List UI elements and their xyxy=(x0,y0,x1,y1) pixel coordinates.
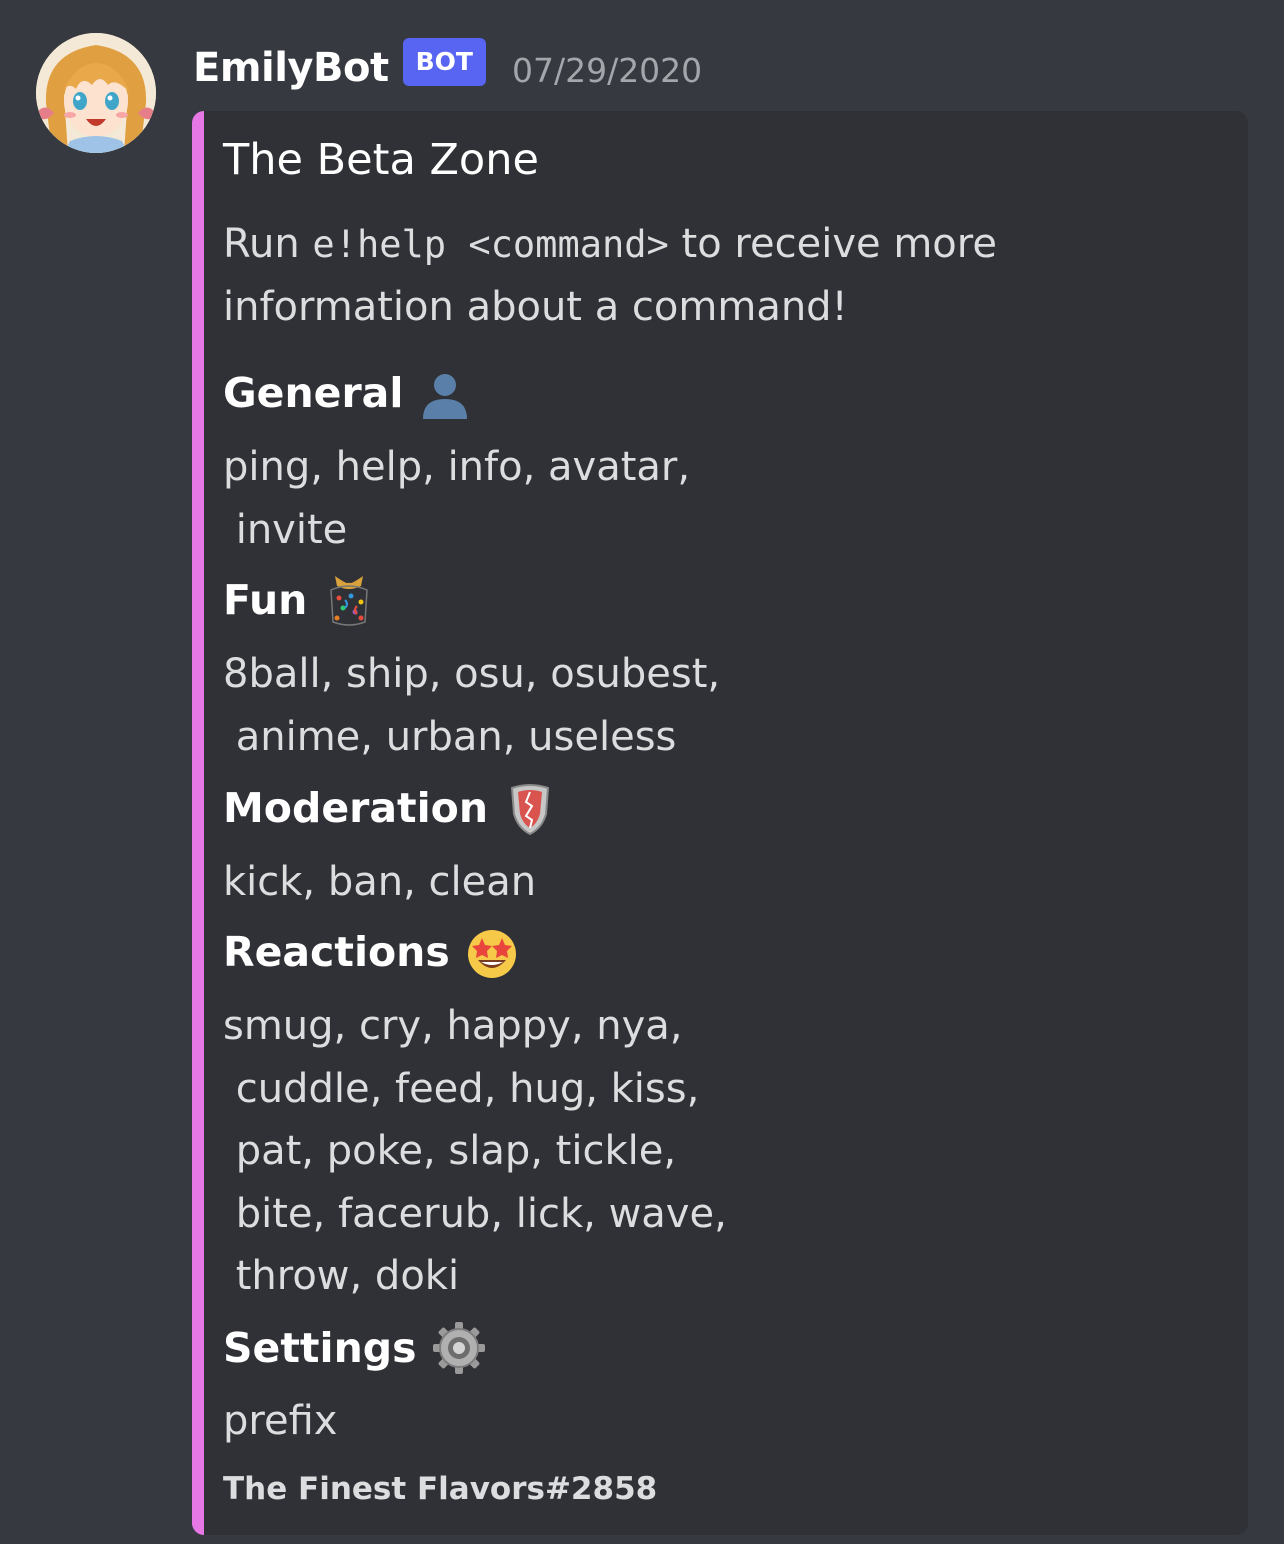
embed-accent-bar xyxy=(192,111,204,1535)
field-value-line: anime, urban, useless xyxy=(223,713,677,760)
message-header: EmilyBot BOT 07/29/2020 xyxy=(193,38,702,98)
field-value-line: ping, help, info, avatar, xyxy=(223,444,691,490)
field-value-moderation: kick, ban, clean xyxy=(223,851,536,914)
field-title: Settings xyxy=(223,1324,417,1372)
field-value-line: prefix xyxy=(223,1398,338,1444)
embed-title: The Beta Zone xyxy=(223,135,539,185)
field-name-reactions: Reactions xyxy=(223,924,520,980)
bust-silhouette-icon xyxy=(417,365,473,421)
field-value-line: smug, cry, happy, nya, xyxy=(223,1003,683,1049)
description-text-start: Run xyxy=(223,221,313,267)
field-value-settings: prefix xyxy=(223,1390,337,1453)
field-value-line: pat, poke, slap, tickle, xyxy=(223,1128,677,1174)
field-title: Moderation xyxy=(223,784,489,832)
field-title: Reactions xyxy=(223,928,450,976)
author-name[interactable]: EmilyBot xyxy=(193,45,389,91)
field-value-line: cuddle, feed, hug, kiss, xyxy=(223,1065,700,1112)
field-name-moderation: Moderation xyxy=(223,780,558,836)
field-value-line: throw, doki xyxy=(223,1253,460,1299)
embed-footer: The Finest Flavors#2858 xyxy=(223,1471,658,1507)
confetti-ball-icon xyxy=(321,572,377,628)
field-value-line: invite xyxy=(223,506,348,553)
star-struck-icon xyxy=(464,924,520,980)
field-name-fun: Fun xyxy=(223,572,377,628)
field-value-line: 8ball, ship, osu, osubest, xyxy=(223,651,721,697)
bot-badge: BOT xyxy=(402,38,486,86)
field-title: Fun xyxy=(223,576,308,624)
field-name-general: General xyxy=(223,365,473,421)
shield-icon xyxy=(502,780,558,836)
avatar[interactable] xyxy=(36,33,156,153)
message-timestamp[interactable]: 07/29/2020 xyxy=(512,51,702,90)
field-title: General xyxy=(223,369,404,417)
gear-icon xyxy=(431,1320,487,1376)
field-name-settings: Settings xyxy=(223,1320,487,1376)
chat-message: EmilyBot BOT 07/29/2020 The Beta Zone Ru… xyxy=(0,0,1284,1544)
rich-embed: The Beta Zone Run e!help <command> to re… xyxy=(192,111,1248,1535)
inline-code: e!help <command> xyxy=(312,223,669,266)
field-value-line: kick, ban, clean xyxy=(223,859,537,905)
field-value-general: ping, help, info, avatar, invite xyxy=(223,436,690,561)
field-value-line: bite, facerub, lick, wave, xyxy=(223,1190,727,1237)
field-value-reactions: smug, cry, happy, nya, cuddle, feed, hug… xyxy=(223,995,727,1308)
field-value-fun: 8ball, ship, osu, osubest, anime, urban,… xyxy=(223,643,720,768)
embed-description: Run e!help <command> to receive more inf… xyxy=(223,213,1203,338)
